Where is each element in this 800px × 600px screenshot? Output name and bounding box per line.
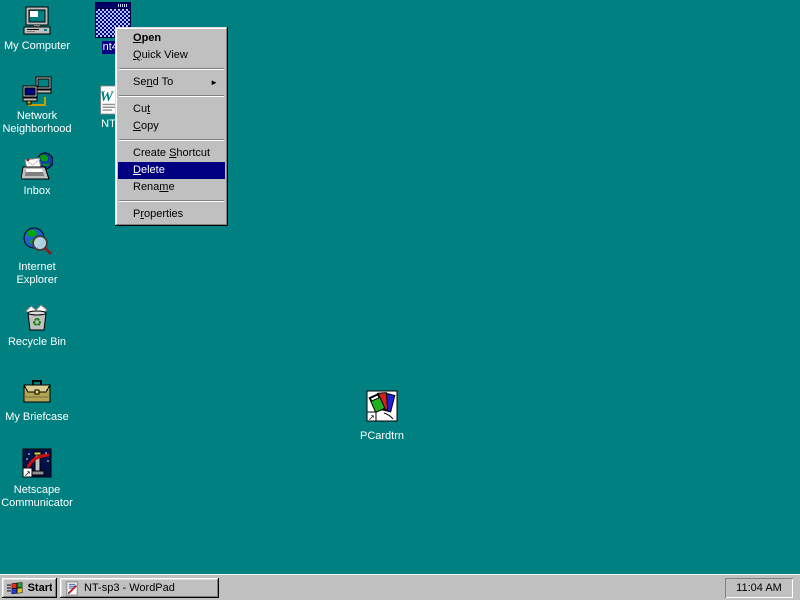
menu-item-text: hortcut [176,147,210,159]
menu-item-rename[interactable]: Rename [118,179,225,196]
desktop-icon-my-computer[interactable]: My Computer [0,5,74,53]
menu-item-text: uick View [142,49,188,61]
menu-item-text: operties [144,208,183,220]
desktop[interactable]: { "desktop": { "background_color": "#008… [0,0,800,600]
menu-item-text: Rena [133,181,159,193]
menu-item-text: pen [142,32,162,44]
menu-item-text: Se [133,76,146,88]
svg-text:W: W [100,89,115,105]
desktop-icon-recycle-bin[interactable]: ♻ Recycle Bin [0,301,74,349]
task-button-label: NT-sp3 - WordPad [84,582,175,594]
start-button[interactable]: Start [2,578,57,598]
svg-text:↗: ↗ [368,413,375,422]
menu-item-mnemonic: Q [133,49,142,61]
taskbar: Start NT-sp3 - WordPad 11:04 AM [0,574,800,600]
menu-item-text: elete [141,164,165,176]
icon-label: PCardtrn [359,430,405,443]
menu-separator [119,95,224,97]
menu-item-send-to[interactable]: Send To► [118,74,225,91]
menu-item-properties[interactable]: Properties [118,206,225,223]
desktop-icon-pcardtrn[interactable]: ↗ PCardtrn [345,389,419,443]
svg-text:↗: ↗ [24,469,31,478]
desktop-icon-inbox[interactable]: Inbox [0,150,74,198]
icon-label: Recycle Bin [7,336,67,349]
menu-item-delete[interactable]: Delete [118,162,225,179]
my-computer-icon [21,5,53,37]
internet-explorer-icon [21,226,53,258]
system-tray-clock[interactable]: 11:04 AM [725,578,793,598]
menu-item-quick-view[interactable]: Quick View [118,47,225,64]
menu-item-copy[interactable]: Copy [118,118,225,135]
menu-item-text: opy [141,120,159,132]
pc-card-shortcut-icon: ↗ [364,389,400,427]
icon-label: My Briefcase [4,411,70,424]
network-neighborhood-icon [21,75,53,107]
menu-item-mnemonic: C [133,120,141,132]
menu-item-text: e [168,181,174,193]
menu-item-text: d To [153,76,174,88]
icon-label: Inbox [23,185,52,198]
menu-item-mnemonic: O [133,32,142,44]
menu-item-text: Cu [133,103,147,115]
menu-separator [119,68,224,70]
netscape-communicator-icon: ↗ [20,447,54,481]
icon-label: Network Neighborhood [1,110,72,136]
icon-label: Netscape Communicator [0,484,74,510]
wordpad-task-icon [65,581,80,596]
windows-logo-icon [7,581,24,595]
task-button-wordpad[interactable]: NT-sp3 - WordPad [60,578,219,598]
icon-label: Internet Explorer [16,261,59,287]
menu-item-open[interactable]: Open [118,30,225,47]
desktop-icon-network-neighborhood[interactable]: Network Neighborhood [0,75,74,136]
menu-item-cut[interactable]: Cut [118,101,225,118]
icon-label: My Computer [3,40,71,53]
menu-separator [119,139,224,141]
menu-separator [119,200,224,202]
menu-item-text: Create [133,147,169,159]
menu-item-mnemonic: t [147,103,150,115]
desktop-icon-internet-explorer[interactable]: Internet Explorer [0,226,74,287]
clock-text: 11:04 AM [736,582,782,594]
start-button-label: Start [28,582,52,594]
window-title-dots [118,4,128,7]
desktop-icon-netscape-communicator[interactable]: ↗ Netscape Communicator [0,447,74,510]
menu-item-mnemonic: D [133,164,141,176]
svg-text:♻: ♻ [32,316,42,329]
desktop-icon-my-briefcase[interactable]: My Briefcase [0,376,74,424]
my-briefcase-icon [21,376,53,408]
menu-item-create-shortcut[interactable]: Create Shortcut [118,145,225,162]
submenu-arrow-icon: ► [210,74,218,91]
inbox-icon [21,150,53,182]
recycle-bin-icon: ♻ [21,301,53,333]
context-menu: Open Quick View Send To► Cut Copy Create… [115,27,228,226]
